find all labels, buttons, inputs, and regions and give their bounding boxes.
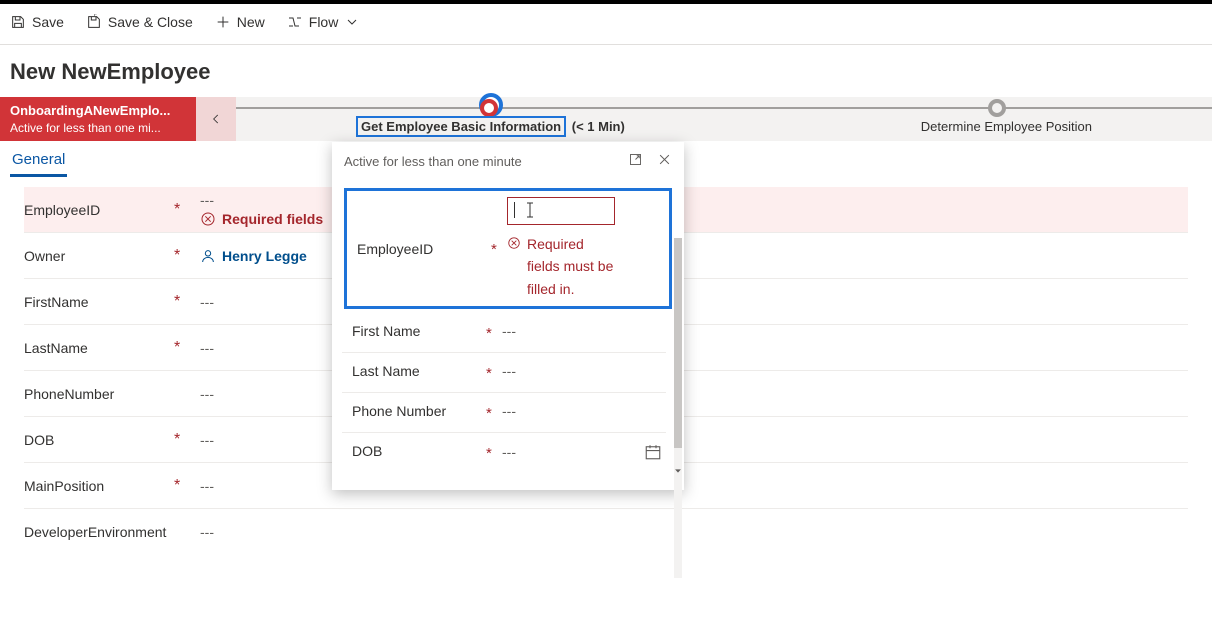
scroll-down-icon[interactable] [673, 466, 683, 476]
bpf-process-title: OnboardingANewEmplo... [10, 102, 170, 120]
flyout-dob: DOB * --- [342, 433, 666, 472]
flow-label: Flow [309, 14, 339, 30]
bpf-stage-future[interactable]: Determine Employee Position [921, 119, 1092, 134]
save-button[interactable]: Save [10, 14, 64, 30]
bpf-stage-dot-future[interactable] [988, 99, 1006, 117]
bpf-stage-current[interactable]: Get Employee Basic Information (< 1 Min) [356, 119, 625, 134]
bpf-track: Get Employee Basic Information (< 1 Min)… [236, 97, 1212, 141]
command-bar: Save Save & Close New Flow [0, 4, 1212, 40]
field-label: LastName [24, 340, 174, 356]
save-close-label: Save & Close [108, 14, 193, 30]
bpf-process-sub: Active for less than one mi... [10, 120, 170, 136]
flyout-lastname: Last Name * --- [342, 353, 666, 393]
bpf-stage-current-time: (< 1 Min) [572, 119, 625, 134]
flow-icon [287, 14, 303, 30]
save-label: Save [32, 14, 64, 30]
save-close-icon [86, 14, 102, 30]
save-icon [10, 14, 26, 30]
field-label: DOB [24, 432, 174, 448]
flyout-status: Active for less than one minute [344, 154, 522, 169]
flyout-firstname: First Name * --- [342, 313, 666, 353]
error-circle-icon [507, 236, 521, 250]
field-devenv: DeveloperEnvironment --- [24, 509, 1188, 555]
text-cursor [514, 202, 515, 218]
field-value[interactable]: --- [502, 403, 662, 419]
flyout-close-button[interactable] [657, 152, 672, 170]
field-value[interactable]: --- [502, 443, 662, 461]
flyout-annotation-box: EmployeeID * Required fields must be fil… [344, 188, 672, 309]
bpf-back-button[interactable] [196, 97, 236, 141]
error-circle-icon [200, 211, 216, 227]
field-label: First Name [352, 323, 486, 339]
field-label: PhoneNumber [24, 386, 174, 402]
field-label: Phone Number [352, 403, 486, 419]
new-button[interactable]: New [215, 14, 265, 30]
bpf-header: OnboardingANewEmplo... Active for less t… [0, 97, 1212, 141]
save-close-button[interactable]: Save & Close [86, 14, 193, 30]
bpf-stage-current-name: Get Employee Basic Information [356, 116, 566, 137]
field-value[interactable]: --- [502, 363, 662, 379]
field-error: Required fields [200, 211, 323, 227]
flyout-phonenumber: Phone Number * --- [342, 393, 666, 433]
close-icon [657, 152, 672, 167]
new-label: New [237, 14, 265, 30]
flyout-header: Active for less than one minute [332, 142, 684, 180]
flyout-body: EmployeeID * Required fields must be fil… [332, 180, 684, 490]
flow-button[interactable]: Flow [287, 14, 361, 30]
field-label: DOB [352, 443, 486, 459]
page-title: New NewEmployee [0, 45, 1212, 97]
field-label: DeveloperEnvironment [24, 524, 174, 540]
flyout-employeeid-label: EmployeeID [357, 197, 491, 257]
required-marker: * [486, 443, 502, 462]
flyout-employeeid-input[interactable] [507, 197, 615, 225]
required-marker: * [486, 363, 502, 382]
ibeam-icon [525, 202, 535, 218]
stage-flyout: Active for less than one minute Employee… [332, 142, 684, 490]
calendar-icon[interactable] [644, 443, 662, 461]
field-value[interactable]: --- [200, 524, 1188, 540]
bpf-line [236, 107, 1212, 109]
required-marker: * [486, 323, 502, 342]
bpf-stage-dot-current[interactable] [480, 99, 498, 117]
chevron-left-icon [209, 112, 223, 126]
required-marker: * [491, 197, 507, 258]
required-marker: * [174, 247, 200, 265]
owner-lookup[interactable]: Henry Legge [200, 248, 307, 264]
required-marker: * [174, 293, 200, 311]
flyout-scrollbar-thumb[interactable] [674, 238, 682, 448]
plus-icon [215, 14, 231, 30]
field-label: EmployeeID [24, 202, 174, 218]
field-value[interactable]: --- [502, 323, 662, 339]
field-label: MainPosition [24, 478, 174, 494]
required-marker: * [174, 201, 200, 219]
field-label: FirstName [24, 294, 174, 310]
required-marker: * [174, 477, 200, 495]
person-icon [200, 248, 216, 264]
chevron-down-icon [344, 14, 360, 30]
bpf-stage-process[interactable]: OnboardingANewEmplo... Active for less t… [0, 97, 196, 141]
field-value-text: --- [200, 192, 323, 208]
flyout-employeeid-error: Required fields must be filled in. [507, 233, 617, 300]
field-label: Last Name [352, 363, 486, 379]
tab-general[interactable]: General [10, 151, 67, 177]
field-label: Owner [24, 248, 174, 264]
flyout-dock-button[interactable] [628, 152, 643, 170]
required-marker: * [174, 431, 200, 449]
dock-icon [628, 152, 643, 167]
required-marker: * [174, 339, 200, 357]
required-marker: * [486, 403, 502, 422]
